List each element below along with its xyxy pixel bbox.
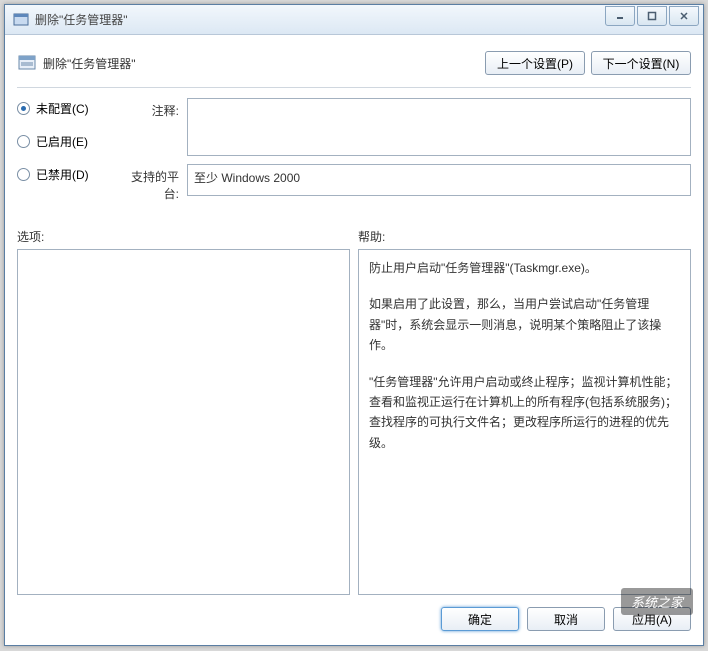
- help-paragraph: 如果启用了此设置，那么，当用户尝试启动"任务管理器"时，系统会显示一则消息，说明…: [369, 294, 680, 355]
- platform-label: 支持的平台:: [117, 164, 187, 202]
- platform-row: 支持的平台: 至少 Windows 2000: [117, 164, 691, 202]
- comment-row: 注释:: [117, 98, 691, 156]
- help-paragraph: "任务管理器"允许用户启动或终止程序；监视计算机性能；查看和监视正运行在计算机上…: [369, 372, 680, 454]
- ok-button[interactable]: 确定: [441, 607, 519, 631]
- radio-disabled[interactable]: 已禁用(D): [17, 166, 117, 183]
- radio-enabled[interactable]: 已启用(E): [17, 133, 117, 150]
- platform-value: 至少 Windows 2000: [194, 171, 300, 185]
- radio-icon: [17, 135, 30, 148]
- titlebar-text: 删除"任务管理器": [35, 11, 128, 28]
- dialog-content: 删除"任务管理器" 上一个设置(P) 下一个设置(N) 未配置(C) 已启用(E…: [5, 35, 703, 645]
- close-button[interactable]: [669, 6, 699, 26]
- radio-icon: [17, 168, 30, 181]
- help-label: 帮助:: [358, 228, 691, 245]
- app-icon: [13, 12, 29, 28]
- dialog-window: 删除"任务管理器" 删除"任务管理器": [4, 4, 704, 646]
- panels: 防止用户启动"任务管理器"(Taskmgr.exe)。 如果启用了此设置，那么，…: [17, 249, 691, 595]
- radio-label: 已禁用(D): [36, 166, 89, 183]
- window-controls: [605, 6, 699, 26]
- maximize-button[interactable]: [637, 6, 667, 26]
- titlebar[interactable]: 删除"任务管理器": [5, 5, 703, 35]
- nav-buttons: 上一个设置(P) 下一个设置(N): [485, 51, 691, 75]
- radio-group: 未配置(C) 已启用(E) 已禁用(D): [17, 98, 117, 210]
- help-paragraph: 防止用户启动"任务管理器"(Taskmgr.exe)。: [369, 258, 680, 278]
- minimize-button[interactable]: [605, 6, 635, 26]
- options-panel: [17, 249, 350, 595]
- options-label: 选项:: [17, 228, 350, 245]
- header-row: 删除"任务管理器" 上一个设置(P) 下一个设置(N): [17, 45, 691, 81]
- radio-label: 已启用(E): [36, 133, 88, 150]
- fields-column: 注释: 支持的平台: 至少 Windows 2000: [117, 98, 691, 210]
- radio-not-configured[interactable]: 未配置(C): [17, 100, 117, 117]
- divider: [17, 87, 691, 88]
- next-setting-button[interactable]: 下一个设置(N): [591, 51, 691, 75]
- cancel-button[interactable]: 取消: [527, 607, 605, 631]
- section-labels: 选项: 帮助:: [17, 228, 691, 245]
- apply-button[interactable]: 应用(A): [613, 607, 691, 631]
- platform-box: 至少 Windows 2000: [187, 164, 691, 196]
- radio-label: 未配置(C): [36, 100, 89, 117]
- policy-icon: [17, 53, 37, 73]
- policy-title: 删除"任务管理器": [43, 55, 485, 72]
- config-section: 未配置(C) 已启用(E) 已禁用(D) 注释: 支持的平台:: [17, 98, 691, 210]
- dialog-buttons: 确定 取消 应用(A): [17, 603, 691, 635]
- comment-label: 注释:: [117, 98, 187, 156]
- comment-textarea[interactable]: [187, 98, 691, 156]
- radio-icon: [17, 102, 30, 115]
- prev-setting-button[interactable]: 上一个设置(P): [485, 51, 585, 75]
- help-panel: 防止用户启动"任务管理器"(Taskmgr.exe)。 如果启用了此设置，那么，…: [358, 249, 691, 595]
